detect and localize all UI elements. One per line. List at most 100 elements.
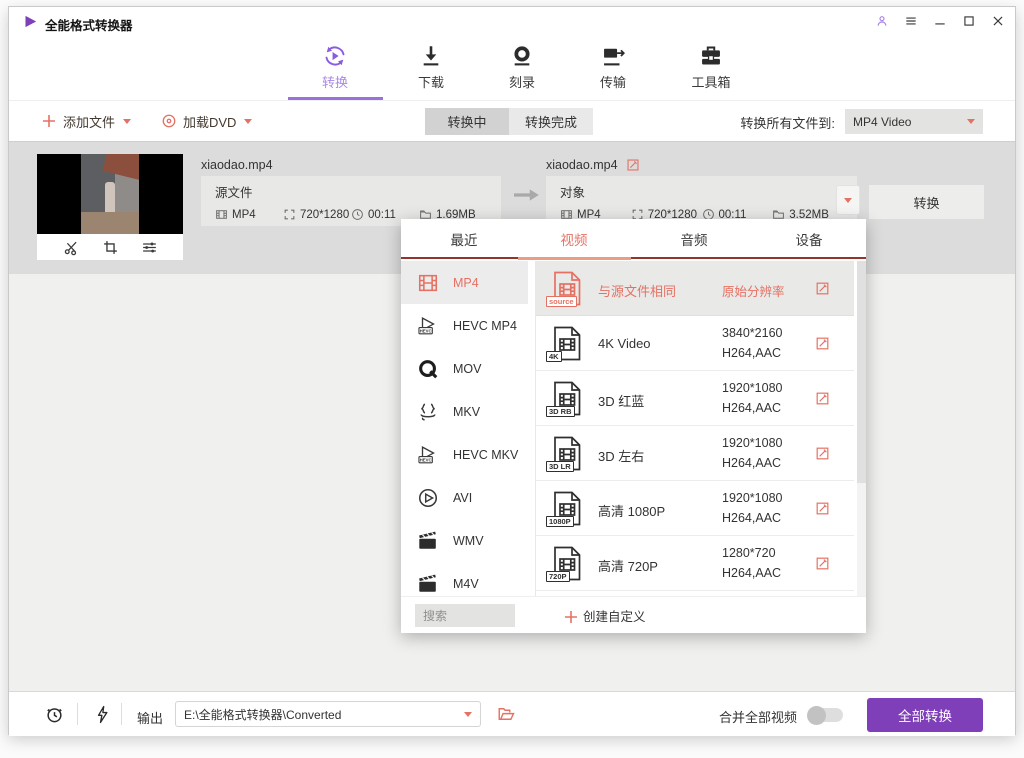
load-dvd-label: 加载DVD	[183, 112, 236, 131]
nav-tab-toolbox[interactable]: 工具箱	[676, 43, 746, 91]
preset-badge: 720P	[546, 571, 570, 582]
preset-name: 3D 左右	[598, 446, 644, 465]
crop-icon[interactable]	[102, 239, 119, 256]
app-logo-icon	[23, 14, 38, 29]
nav-tab-label: 下载	[396, 72, 466, 91]
tab-converted[interactable]: 转换完成	[509, 108, 593, 135]
account-icon[interactable]	[874, 13, 889, 28]
convert-all-to-value: MP4 Video	[853, 115, 911, 129]
merge-toggle[interactable]	[809, 708, 843, 722]
tab-video[interactable]: 视频	[529, 219, 619, 259]
format-label: MOV	[453, 362, 481, 376]
arrow-right-icon	[511, 186, 541, 204]
format-item[interactable]: HEVC HEVC MP4	[401, 304, 528, 347]
preset-row[interactable]: 3D RB 3D 红蓝 1920*1080 H264,AAC	[536, 371, 854, 426]
chevron-down-icon	[844, 198, 852, 203]
preset-row[interactable]: 3D LR 3D 左右 1920*1080 H264,AAC	[536, 426, 854, 481]
edit-preset-icon[interactable]	[815, 336, 830, 351]
preset-resolution: 1920*1080	[722, 381, 782, 395]
preset-dropdown-button[interactable]	[836, 185, 860, 215]
clip-tools	[37, 234, 183, 260]
format-item[interactable]: WMV	[401, 519, 528, 562]
format-picker-panel: 最近 视频 音频 设备 MP4 HEVC HEVC MP4 MOV MKV HE…	[401, 219, 866, 633]
preset-row[interactable]: source 与源文件相同 原始分辨率	[536, 261, 854, 316]
dvd-icon	[161, 113, 177, 129]
format-item[interactable]: MKV	[401, 390, 528, 433]
create-custom-button[interactable]: 创建自定义	[563, 606, 646, 625]
download-icon	[418, 43, 444, 69]
edit-preset-icon[interactable]	[815, 281, 830, 296]
format-item[interactable]: M4V	[401, 562, 528, 596]
close-icon[interactable]	[990, 13, 1005, 28]
tab-recent[interactable]: 最近	[419, 219, 509, 259]
add-file-button[interactable]: 添加文件	[41, 101, 131, 141]
nav-tab-convert[interactable]: 转换	[300, 43, 370, 91]
minimize-icon[interactable]	[932, 13, 947, 28]
svg-text:HEVC: HEVC	[420, 457, 432, 462]
trim-icon[interactable]	[63, 239, 80, 256]
load-dvd-button[interactable]: 加载DVD	[161, 101, 252, 141]
format-label: HEVC MP4	[453, 319, 517, 333]
toggle-knob	[807, 706, 826, 725]
preset-row[interactable]: 4K 4K Video 3840*2160 H264,AAC	[536, 316, 854, 371]
edit-preset-icon[interactable]	[815, 446, 830, 461]
convert-all-to-label: 转换所有文件到:	[740, 113, 835, 132]
nav-tab-burn[interactable]: 刻录	[487, 43, 557, 91]
preset-badge: 1080P	[546, 516, 574, 527]
format-panel-body: MP4 HEVC HEVC MP4 MOV MKV HEVC HEVC MKV …	[401, 261, 866, 596]
convert-all-to-select[interactable]: MP4 Video	[845, 109, 983, 134]
edit-preset-icon[interactable]	[815, 391, 830, 406]
convert-icon	[322, 43, 348, 69]
preset-codec: H264,AAC	[722, 456, 781, 470]
format-icon	[417, 530, 439, 552]
open-folder-icon[interactable]	[497, 705, 515, 723]
search-input[interactable]	[415, 604, 515, 627]
preset-row[interactable]: 1080P 高清 1080P 1920*1080 H264,AAC	[536, 481, 854, 536]
chevron-down-icon	[464, 712, 472, 717]
edit-preset-icon[interactable]	[815, 556, 830, 571]
format-icon	[417, 487, 439, 509]
nav-tab-transfer[interactable]: 传输	[578, 43, 648, 91]
preset-badge: source	[546, 296, 577, 307]
preset-resolution: 1280*720	[722, 546, 776, 560]
nav-tab-download[interactable]: 下载	[396, 43, 466, 91]
tab-device[interactable]: 设备	[764, 219, 854, 259]
preset-film-icon: 3D LR	[549, 435, 585, 472]
preset-row[interactable]: 720P 高清 720P 1280*720 H264,AAC	[536, 536, 854, 591]
bottom-bar: 输出 E:\全能格式转换器\Converted 合并全部视频 全部转换	[9, 691, 1015, 736]
format-item[interactable]: AVI	[401, 476, 528, 519]
add-file-label: 添加文件	[63, 112, 115, 131]
video-thumbnail[interactable]	[37, 154, 183, 260]
preset-film-icon: 720P	[549, 545, 585, 582]
edit-preset-icon[interactable]	[815, 501, 830, 516]
thumbnail-image	[37, 154, 183, 234]
source-title: 源文件	[215, 182, 487, 201]
format-label: WMV	[453, 534, 484, 548]
menu-icon[interactable]	[903, 13, 918, 28]
format-icon	[417, 272, 439, 294]
merge-all-label: 合并全部视频	[719, 707, 797, 726]
format-panel-footer: 创建自定义	[401, 596, 866, 633]
preset-list-scrollbar[interactable]	[857, 261, 866, 596]
preset-name: 3D 红蓝	[598, 391, 644, 410]
effects-icon[interactable]	[141, 239, 158, 256]
output-path-select[interactable]: E:\全能格式转换器\Converted	[175, 701, 481, 727]
rename-icon[interactable]	[626, 158, 640, 172]
nav-tab-label: 传输	[578, 72, 648, 91]
format-item[interactable]: HEVC HEVC MKV	[401, 433, 528, 476]
format-item[interactable]: MOV	[401, 347, 528, 390]
tab-audio[interactable]: 音频	[649, 219, 739, 259]
format-item[interactable]: MP4	[401, 261, 528, 304]
nav-tab-label: 工具箱	[676, 72, 746, 91]
divider	[77, 703, 78, 725]
row-convert-button[interactable]: 转换	[869, 185, 984, 219]
preset-name: 与源文件相同	[598, 281, 676, 300]
convert-all-button[interactable]: 全部转换	[867, 698, 983, 732]
tab-converting[interactable]: 转换中	[425, 108, 509, 135]
high-speed-icon[interactable]	[93, 705, 112, 724]
preset-film-icon: source	[549, 270, 585, 307]
maximize-icon[interactable]	[961, 13, 976, 28]
plus-icon	[563, 609, 576, 622]
schedule-icon[interactable]	[45, 705, 64, 724]
window-controls	[874, 13, 1005, 28]
